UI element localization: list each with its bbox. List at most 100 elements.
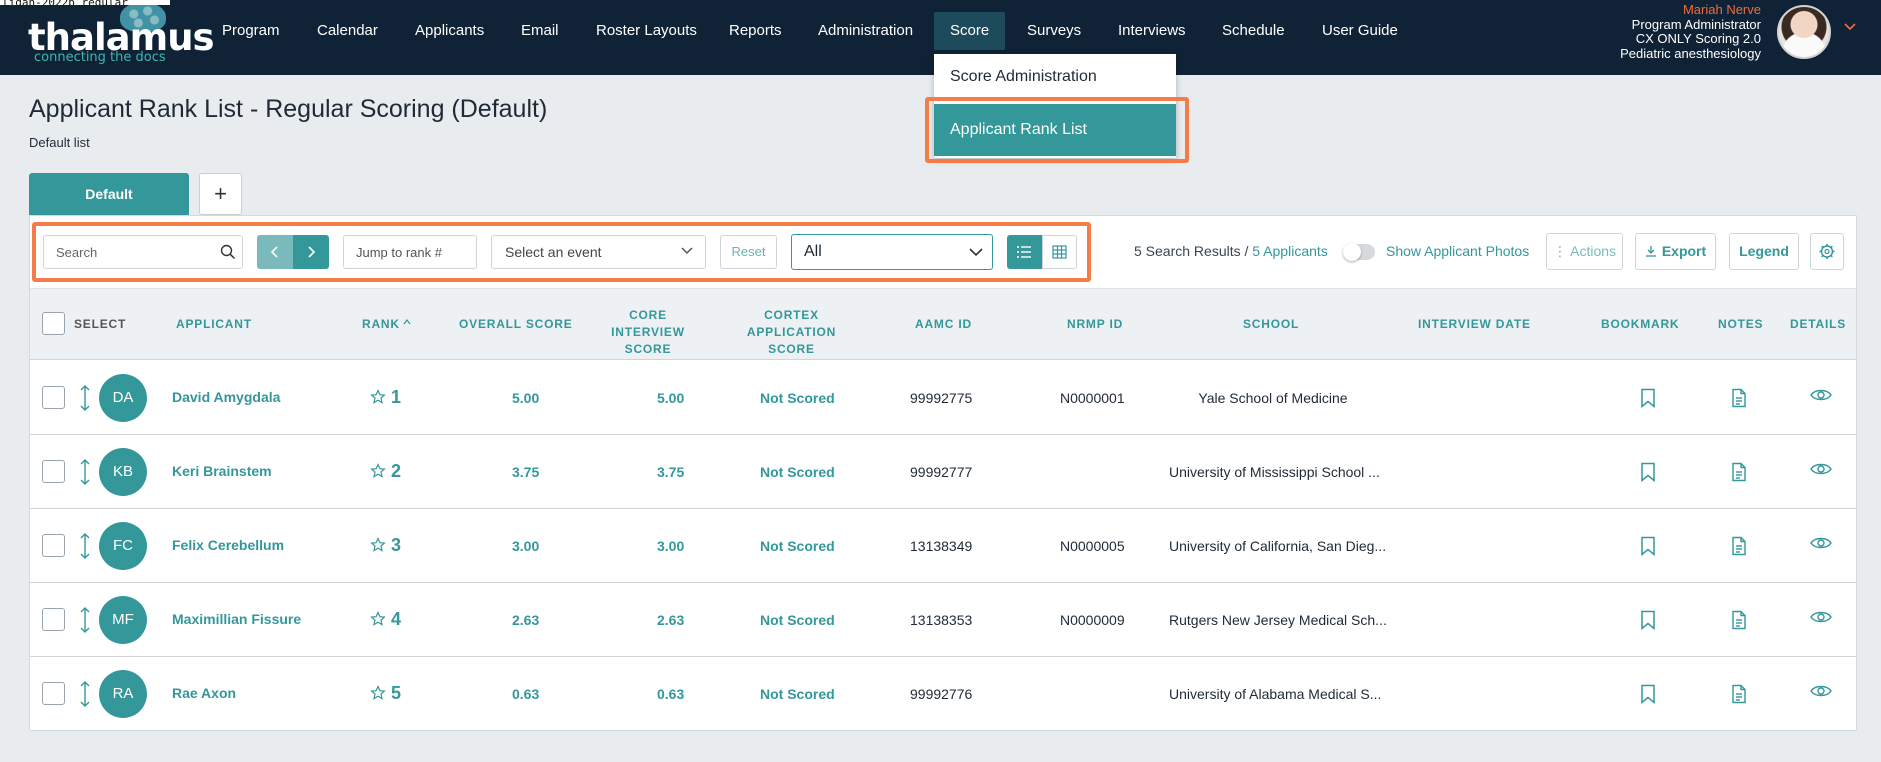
overall-score: 3.00: [512, 538, 540, 554]
drag-handle-icon[interactable]: [78, 458, 92, 486]
nav-schedule[interactable]: Schedule: [1222, 12, 1285, 50]
drag-handle-icon[interactable]: [78, 384, 92, 412]
bookmark-icon[interactable]: [1640, 610, 1656, 630]
results-prefix: 5 Search Results /: [1134, 243, 1253, 259]
legend-button[interactable]: Legend: [1729, 233, 1799, 270]
applicant-name-link[interactable]: Maximillian Fissure: [172, 611, 301, 627]
column-applicant[interactable]: APPLICANT: [176, 316, 252, 333]
rank-value: 4: [391, 609, 402, 629]
rank-value: 2: [391, 461, 402, 481]
nav-user-guide[interactable]: User Guide: [1322, 12, 1398, 50]
notes-document-icon[interactable]: [1731, 462, 1747, 482]
tab-default[interactable]: Default: [29, 173, 189, 215]
settings-button[interactable]: [1810, 233, 1844, 270]
nav-applicants[interactable]: Applicants: [415, 12, 484, 50]
column-core-line-2: SCORE: [624, 342, 672, 356]
star-icon[interactable]: [370, 389, 386, 405]
export-label: Export: [1661, 243, 1707, 259]
column-rank-label: RANK: [362, 317, 400, 331]
column-cortex-application-score[interactable]: CORTEX APPLICATION SCORE: [718, 307, 865, 358]
school-name: University of Mississippi School ...: [1169, 464, 1380, 480]
applicant-initials-avatar: DA: [99, 374, 147, 422]
notes-document-icon[interactable]: [1731, 610, 1747, 630]
results-count[interactable]: 5 Applicants: [1252, 243, 1328, 259]
column-interview-date[interactable]: INTERVIEW DATE: [1418, 316, 1531, 333]
show-photos-label[interactable]: Show Applicant Photos: [1386, 243, 1529, 259]
column-school[interactable]: SCHOOL: [1243, 316, 1299, 333]
menu-item-score-administration[interactable]: Score Administration: [934, 54, 1176, 100]
core-interview-score: 5.00: [657, 390, 685, 406]
aamc-id: 99992776: [910, 686, 973, 702]
applicant-name-link[interactable]: Felix Cerebellum: [172, 537, 284, 553]
nav-calendar[interactable]: Calendar: [317, 12, 378, 50]
row-checkbox[interactable]: [42, 534, 65, 557]
drag-handle-icon[interactable]: [78, 680, 92, 708]
nav-score[interactable]: Score: [934, 12, 1006, 50]
cortex-application-score: Not Scored: [760, 686, 835, 702]
cortex-application-score: Not Scored: [760, 464, 835, 480]
row-checkbox[interactable]: [42, 460, 65, 483]
actions-button[interactable]: ⋮ Actions: [1546, 233, 1623, 270]
user-specialty: Pediatric anesthesiology: [1620, 45, 1761, 61]
export-button[interactable]: Export: [1635, 233, 1716, 270]
drag-handle-icon[interactable]: [78, 606, 92, 634]
nrmp-id: N0000009: [1060, 612, 1125, 628]
row-checkbox[interactable]: [42, 682, 65, 705]
thalamus-logo[interactable]: thalamus connecting the docs: [28, 2, 215, 66]
add-list-button[interactable]: +: [199, 173, 242, 215]
user-info[interactable]: Mariah Nerve Program Administrator CX ON…: [1620, 2, 1761, 61]
overall-score: 2.63: [512, 612, 540, 628]
bookmark-icon[interactable]: [1640, 388, 1656, 408]
star-icon[interactable]: [370, 611, 386, 627]
aamc-id: 13138353: [910, 612, 973, 628]
nav-administration[interactable]: Administration: [818, 12, 913, 50]
eye-icon[interactable]: [1810, 461, 1832, 477]
nav-roster-layouts[interactable]: Roster Layouts: [596, 12, 697, 50]
star-icon[interactable]: [370, 685, 386, 701]
eye-icon[interactable]: [1810, 535, 1832, 551]
nav-reports[interactable]: Reports: [729, 12, 782, 50]
notes-document-icon[interactable]: [1731, 388, 1747, 408]
column-core-interview-score[interactable]: CORE INTERVIEW SCORE: [591, 307, 705, 358]
applicant-name-link[interactable]: David Amygdala: [172, 389, 280, 405]
rank-value: 5: [391, 683, 402, 703]
applicant-initials-avatar: RA: [99, 670, 147, 718]
drag-handle-icon[interactable]: [78, 532, 92, 560]
school-name: University of Alabama Medical S...: [1169, 686, 1382, 702]
star-icon[interactable]: [370, 463, 386, 479]
column-cortex-line-2: SCORE: [768, 342, 815, 356]
cortex-application-score: Not Scored: [760, 538, 835, 554]
page-subtitle: Default list: [29, 135, 90, 150]
user-avatar[interactable]: [1777, 5, 1831, 59]
applicant-name-link[interactable]: Rae Axon: [172, 685, 236, 701]
column-overall-score[interactable]: OVERALL SCORE: [459, 316, 573, 333]
column-nrmp-id[interactable]: NRMP ID: [1067, 316, 1123, 333]
nav-surveys[interactable]: Surveys: [1027, 12, 1081, 50]
page-title: Applicant Rank List - Regular Scoring (D…: [29, 95, 548, 123]
menu-item-highlight: [925, 97, 1189, 163]
user-program: CX ONLY Scoring 2.0: [1635, 31, 1761, 46]
nav-program[interactable]: Program: [222, 12, 280, 50]
nrmp-id: N0000005: [1060, 538, 1125, 554]
row-checkbox[interactable]: [42, 608, 65, 631]
bookmark-icon[interactable]: [1640, 536, 1656, 556]
star-icon[interactable]: [370, 537, 386, 553]
notes-document-icon[interactable]: [1731, 536, 1747, 556]
column-rank[interactable]: RANK: [362, 316, 411, 333]
notes-document-icon[interactable]: [1731, 684, 1747, 704]
eye-icon[interactable]: [1810, 609, 1832, 625]
nav-interviews[interactable]: Interviews: [1118, 12, 1186, 50]
column-aamc-id[interactable]: AAMC ID: [915, 316, 972, 333]
bookmark-icon[interactable]: [1640, 684, 1656, 704]
chevron-down-icon[interactable]: [1843, 22, 1857, 32]
row-checkbox[interactable]: [42, 386, 65, 409]
applicant-name-link[interactable]: Keri Brainstem: [172, 463, 272, 479]
column-core-line-1: CORE INTERVIEW: [611, 308, 685, 339]
user-name: Mariah Nerve: [1682, 2, 1761, 17]
toolbar-highlight: [32, 222, 1091, 282]
eye-icon[interactable]: [1810, 387, 1832, 403]
eye-icon[interactable]: [1810, 683, 1832, 699]
select-all-checkbox[interactable]: [42, 312, 65, 335]
bookmark-icon[interactable]: [1640, 462, 1656, 482]
nav-email[interactable]: Email: [521, 12, 559, 50]
